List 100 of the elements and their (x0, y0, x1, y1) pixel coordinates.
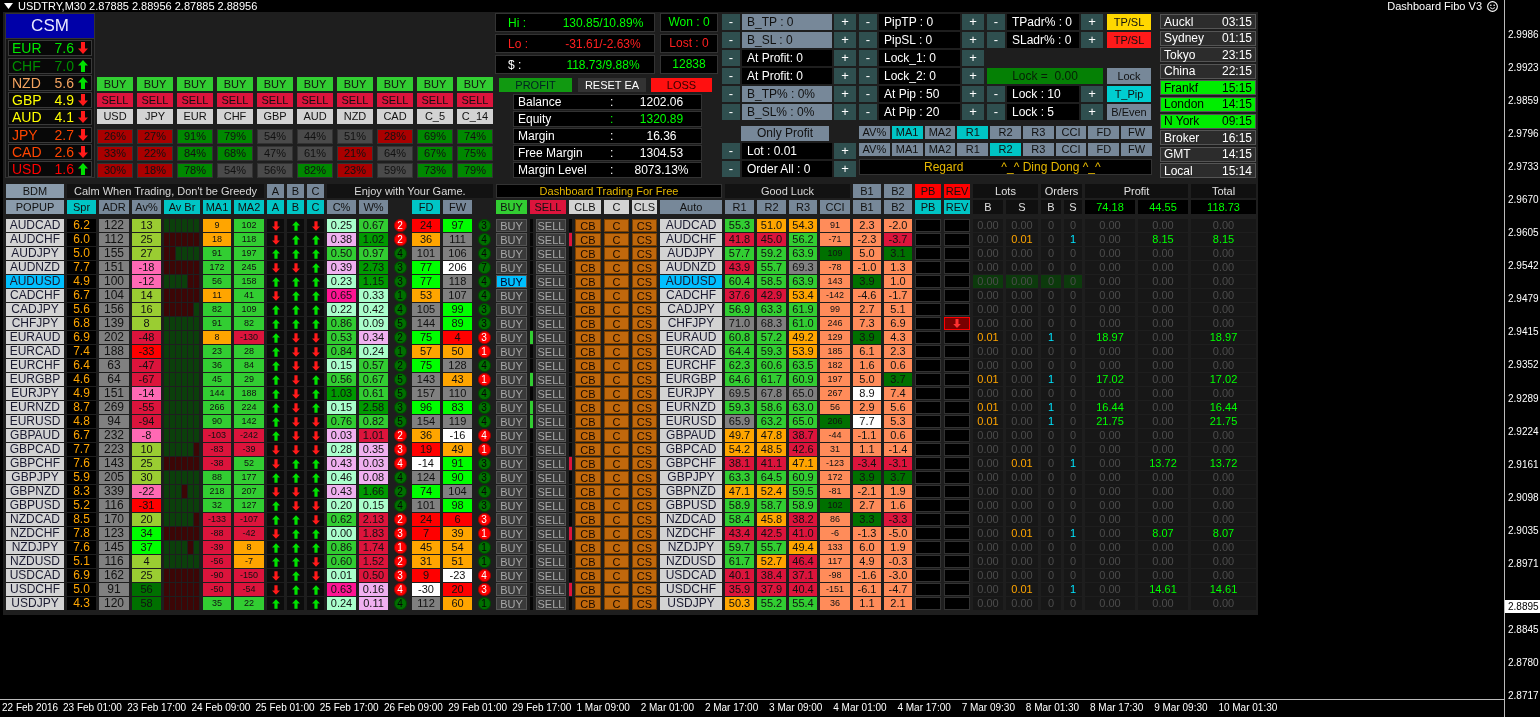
close-buy-button[interactable]: CB (575, 569, 601, 582)
pair-button[interactable]: GBPCHF (6, 457, 64, 470)
pair-button[interactable]: EURGBP (6, 373, 64, 386)
sell-button[interactable]: SELL (536, 233, 566, 246)
minus-button[interactable]: - (859, 86, 877, 102)
indicator-toggle[interactable]: MA1 (891, 126, 923, 139)
plus-button[interactable]: + (962, 50, 984, 66)
close-sell-button[interactable]: CS (632, 317, 657, 330)
column-toggle[interactable]: B (287, 200, 304, 214)
close-all-button[interactable]: C (604, 233, 629, 246)
close-buy-button[interactable]: CB (575, 303, 601, 316)
column-toggle[interactable]: R2 (757, 200, 786, 214)
sell-button[interactable]: SELL (536, 583, 566, 596)
close-buy-button[interactable]: CB (575, 401, 601, 414)
side-button[interactable]: B/Even (1107, 104, 1151, 120)
minus-button[interactable]: - (722, 86, 740, 102)
pair-button[interactable]: USDJPY (6, 597, 64, 610)
buy-button[interactable]: BUY (496, 247, 527, 260)
setting-field[interactable]: Lock_2: 0 (879, 68, 960, 84)
indicator-toggle[interactable]: FW (1121, 143, 1152, 156)
buy-button[interactable]: BUY (496, 485, 527, 498)
buy-button[interactable]: BUY (177, 77, 213, 91)
close-group-button[interactable]: CLB (569, 200, 601, 214)
minus-button[interactable]: - (987, 14, 1005, 30)
buy-button[interactable]: BUY (496, 331, 527, 344)
pair-button[interactable]: AUDJPY (6, 247, 64, 260)
buy-button[interactable]: BUY (417, 77, 453, 91)
close-sell-button[interactable]: CS (632, 387, 657, 400)
indicator-toggle[interactable]: MA1 (891, 143, 923, 156)
column-toggle[interactable]: ADR (99, 200, 129, 214)
indicator-toggle[interactable]: CCI (1055, 126, 1087, 139)
plus-button[interactable]: + (1081, 32, 1103, 48)
minus-button[interactable]: - (859, 104, 877, 120)
buy-button[interactable]: BUY (377, 77, 413, 91)
close-buy-button[interactable]: CB (575, 555, 601, 568)
profit-button[interactable]: PROFIT (499, 78, 572, 92)
close-buy-button[interactable]: CB (575, 345, 601, 358)
plus-button[interactable]: + (1081, 86, 1103, 102)
sell-button[interactable]: SELL (536, 303, 566, 316)
setting-field[interactable]: Lock_1: 0 (879, 50, 960, 66)
pair-button[interactable]: AUDNZD (6, 261, 64, 274)
buy-button[interactable]: BUY (496, 457, 527, 470)
close-sell-button[interactable]: CS (632, 247, 657, 260)
close-buy-button[interactable]: CB (575, 387, 601, 400)
close-sell-button[interactable]: CS (632, 233, 657, 246)
buy-button[interactable]: BUY (496, 443, 527, 456)
close-buy-button[interactable]: CB (575, 429, 601, 442)
pair-button[interactable]: EURJPY (6, 387, 64, 400)
alarm-toggle[interactable]: REV (944, 184, 970, 198)
close-all-button[interactable]: C (604, 303, 629, 316)
setting-field[interactable]: B_TP% : 0% (742, 86, 832, 102)
sell-button[interactable]: SELL (536, 597, 566, 610)
buy-button[interactable]: BUY (217, 77, 253, 91)
close-buy-button[interactable]: CB (575, 443, 601, 456)
sell-button[interactable]: SELL (536, 247, 566, 260)
plus-button[interactable]: + (962, 86, 984, 102)
close-buy-button[interactable]: CB (575, 527, 601, 540)
close-all-button[interactable]: C (604, 429, 629, 442)
setting-field[interactable]: TPadr% : 0 (1007, 14, 1079, 30)
pair-button[interactable]: NZDUSD (6, 555, 64, 568)
column-toggle[interactable]: C (307, 184, 324, 198)
pair-button[interactable]: EURUSD (6, 415, 64, 428)
column-toggle[interactable]: A (267, 184, 284, 198)
setting-field[interactable]: At Profit: 0 (742, 68, 832, 84)
close-sell-button[interactable]: CS (632, 429, 657, 442)
pair-button[interactable]: EURCHF (6, 359, 64, 372)
close-all-button[interactable]: C (604, 289, 629, 302)
close-sell-button[interactable]: CS (632, 555, 657, 568)
buy-button[interactable]: BUY (496, 317, 527, 330)
close-sell-button[interactable]: CS (632, 289, 657, 302)
pair-button[interactable]: NZDJPY (6, 541, 64, 554)
column-toggle[interactable]: B2 (884, 200, 912, 214)
plus-button[interactable]: + (962, 68, 984, 84)
buy-button[interactable]: BUY (496, 289, 527, 302)
close-all-button[interactable]: C (604, 513, 629, 526)
close-all-button[interactable]: C (604, 247, 629, 260)
minus-button[interactable]: - (722, 14, 740, 30)
pair-button[interactable]: USDCHF (6, 583, 64, 596)
buy-button[interactable]: BUY (297, 77, 333, 91)
plus-button[interactable]: + (834, 14, 856, 30)
close-all-button[interactable]: C (604, 359, 629, 372)
close-all-button[interactable]: C (604, 443, 629, 456)
sell-button[interactable]: SELL (536, 415, 566, 428)
setting-field[interactable]: Lock : 5 (1007, 104, 1079, 120)
column-toggle[interactable]: B2 (884, 184, 912, 198)
plus-button[interactable]: + (834, 68, 856, 84)
buy-button[interactable]: BUY (496, 387, 527, 400)
sell-button[interactable]: SELL (137, 93, 173, 107)
setting-field[interactable]: At Pip : 50 (879, 86, 960, 102)
setting-field[interactable]: PipTP : 0 (879, 14, 960, 30)
close-sell-button[interactable]: CS (632, 219, 657, 232)
close-all-button[interactable]: C (604, 583, 629, 596)
minus-button[interactable]: - (722, 143, 740, 159)
column-toggle[interactable]: CCI (820, 200, 850, 214)
sell-button[interactable]: SELL (536, 401, 566, 414)
close-sell-button[interactable]: CS (632, 303, 657, 316)
close-sell-button[interactable]: CS (632, 373, 657, 386)
indicator-toggle[interactable]: CCI (1055, 143, 1087, 156)
setting-field[interactable]: PipSL : 0 (879, 32, 960, 48)
indicator-toggle[interactable]: MA2 (924, 143, 956, 156)
